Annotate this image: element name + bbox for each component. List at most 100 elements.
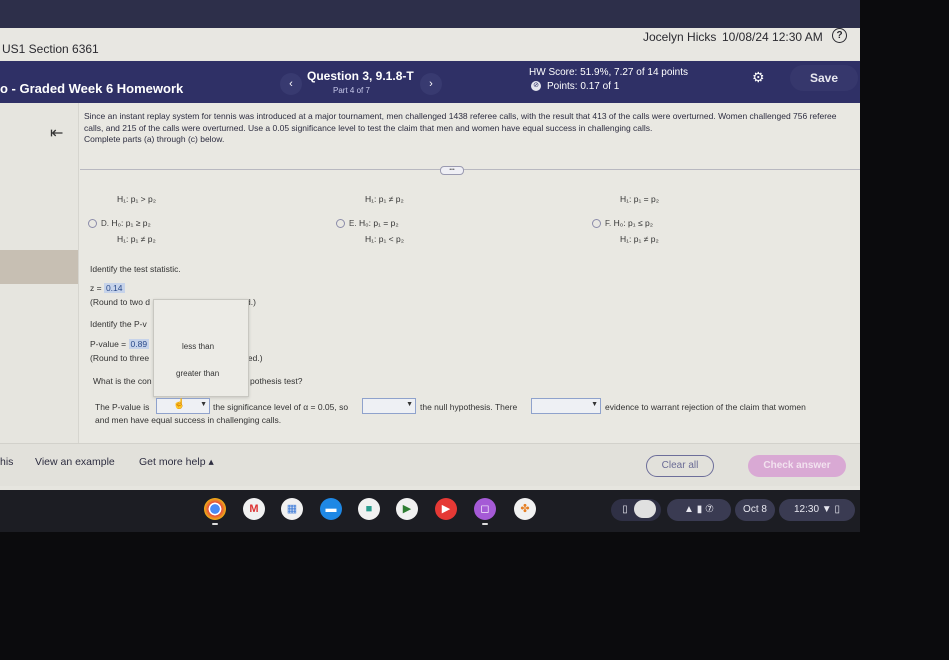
- partial-credit-icon: ⊘: [531, 81, 541, 92]
- evidence-dropdown[interactable]: ▼: [531, 398, 601, 414]
- option-f-letter: F.: [605, 219, 612, 228]
- docs-icon[interactable]: ▦: [281, 498, 303, 520]
- sentence-part-2: the significance level of α = 0.05, so: [213, 402, 349, 412]
- question-content: ⇤ Since an instant replay system for ten…: [0, 103, 860, 443]
- hw-score: HW Score: 51.9%, 7.27 of 14 points: [529, 67, 688, 78]
- battery-icon: ▯: [834, 504, 840, 515]
- null-hypothesis-decision-dropdown[interactable]: ▼: [362, 398, 416, 414]
- option-e-h1: H₁: p₁ < p₂: [365, 234, 405, 244]
- question-body: Since an instant replay system for tenni…: [84, 111, 837, 133]
- user-name: Jocelyn Hicks: [643, 30, 717, 44]
- file-icon: ▯: [622, 504, 628, 515]
- camera-app-icon[interactable]: ◻: [474, 498, 496, 520]
- pvalue-round-note: (Round to three: [90, 353, 150, 363]
- sidebar: ⇤: [0, 103, 79, 443]
- view-example-link[interactable]: View an example: [35, 456, 115, 468]
- homework-navbar: o - Graded Week 6 Homework ‹ Question 3,…: [0, 61, 865, 103]
- holding-space-tray[interactable]: ▯: [611, 499, 661, 521]
- dropdown-popup: less than greater than: [153, 299, 249, 397]
- clear-all-button[interactable]: Clear all: [646, 455, 714, 477]
- option-e-h0: H₀: p₁ = p₂: [358, 218, 399, 228]
- option-f[interactable]: F. H₀: p₁ ≤ p₂: [592, 218, 654, 229]
- option-f-radio[interactable]: [592, 219, 601, 229]
- previous-question-button[interactable]: ‹: [280, 73, 302, 95]
- check-answer-button[interactable]: Check answer: [748, 455, 846, 477]
- youtube-icon[interactable]: ▶: [435, 498, 457, 520]
- help-me-solve-this-link[interactable]: his: [0, 456, 13, 468]
- warning-icon: ▲: [684, 504, 694, 515]
- divider-handle[interactable]: •••: [440, 166, 464, 175]
- thumbnail-preview: [634, 500, 656, 519]
- question-part: Part 4 of 7: [333, 86, 370, 95]
- chrome-icon[interactable]: [204, 498, 226, 520]
- pvalue-label: P-value =: [90, 339, 127, 349]
- get-more-help-link[interactable]: Get more help ▴: [139, 456, 214, 468]
- top-bezel: [0, 0, 870, 28]
- files-icon[interactable]: ▬: [320, 498, 342, 520]
- pvalue-input[interactable]: 0.89: [128, 339, 150, 349]
- keyhole-icon: ▮: [696, 504, 703, 515]
- z-value-input[interactable]: 0.14: [103, 283, 125, 293]
- wifi-icon: ▼: [821, 504, 832, 515]
- save-button[interactable]: Save: [790, 65, 858, 91]
- chevron-down-icon: ▼: [591, 401, 598, 408]
- sidebar-highlight: [0, 250, 78, 284]
- option-d-h1: H₁: p₁ ≠ p₂: [117, 234, 156, 244]
- photos-icon[interactable]: ✤: [514, 498, 536, 520]
- question-title: Question 3, 9.1.8-T: [307, 69, 414, 83]
- conclusion-prompt-end: pothesis test?: [250, 376, 303, 386]
- option-d[interactable]: D. H₀: p₁ ≥ p₂: [88, 218, 151, 229]
- points-text: Points: 0.17 of 1: [547, 81, 620, 92]
- chromeos-shelf: M ▦ ▬ ■ ▶ ▶ ◻ ✤ ▯ ▲ ▮ ⑦ Oct 8 12:30 ▼ ▯: [0, 490, 860, 532]
- notification-count-icon: ⑦: [705, 504, 714, 515]
- homework-title: o - Graded Week 6 Homework: [0, 81, 184, 96]
- test-stat-prompt: Identify the test statistic.: [90, 264, 181, 274]
- option-e-radio[interactable]: [336, 219, 345, 229]
- test-stat-round-note: (Round to two d: [90, 297, 151, 307]
- play-store-icon[interactable]: ▶: [396, 498, 418, 520]
- course-header: US1 Section 6361 Jocelyn Hicks 10/08/24 …: [0, 28, 865, 60]
- points: ⊘ Points: 0.17 of 1: [531, 81, 619, 92]
- option-d-letter: D.: [101, 219, 109, 228]
- option-d-h0: H₀: p₁ ≥ p₂: [111, 218, 151, 228]
- pvalue-row: P-value = 0.89: [90, 339, 150, 349]
- popup-option-less-than[interactable]: less than: [182, 342, 214, 351]
- footer-toolbar: his View an example Get more help ▴ Clea…: [0, 443, 860, 486]
- chevron-down-icon: ▼: [200, 401, 207, 408]
- question-text: Since an instant replay system for tenni…: [84, 111, 844, 146]
- pvalue-comparison-dropdown[interactable]: ☝ ▼: [156, 398, 210, 414]
- pvalue-prompt: Identify the P-v: [90, 319, 147, 329]
- z-label: z =: [90, 283, 102, 293]
- option-d-radio[interactable]: [88, 219, 97, 229]
- chrome-running-indicator: [212, 523, 218, 525]
- sentence-part-5: and men have equal success in challengin…: [95, 415, 282, 425]
- popup-option-greater-than[interactable]: greater than: [176, 369, 219, 378]
- option-f-h0: H₀: p₁ ≤ p₂: [613, 218, 654, 228]
- date-tray[interactable]: Oct 8: [735, 499, 775, 521]
- question-circle-icon[interactable]: ?: [832, 28, 847, 43]
- course-name: US1 Section 6361: [2, 42, 99, 56]
- option-a-h1: H₁: p₁ > p₂: [117, 194, 157, 204]
- option-c-h1: H₁: p₁ = p₂: [620, 194, 660, 204]
- notification-tray[interactable]: ▲ ▮ ⑦: [667, 499, 731, 521]
- status-tray[interactable]: 12:30 ▼ ▯: [779, 499, 855, 521]
- collapse-arrow-icon[interactable]: ⇤: [50, 123, 63, 143]
- test-stat-row: z = 0.14: [90, 283, 125, 293]
- question-instructions: Complete parts (a) through (c) below.: [84, 134, 225, 144]
- clock: 12:30: [793, 504, 820, 515]
- next-question-button[interactable]: ›: [420, 73, 442, 95]
- conclusion-prompt: What is the con: [93, 376, 152, 386]
- camera-running-indicator: [482, 523, 488, 525]
- sentence-part-3: the null hypothesis. There: [420, 402, 518, 412]
- settings-gear-icon[interactable]: ⚙: [752, 69, 765, 86]
- hand-cursor-icon: ☝: [173, 399, 186, 410]
- meet-icon[interactable]: ■: [358, 498, 380, 520]
- divider: [80, 169, 860, 170]
- option-f-h1: H₁: p₁ ≠ p₂: [620, 234, 659, 244]
- option-e[interactable]: E. H₀: p₁ = p₂: [336, 218, 399, 229]
- datetime: 10/08/24 12:30 AM: [722, 30, 823, 44]
- gmail-icon[interactable]: M: [243, 498, 265, 520]
- option-b-h1: H₁: p₁ ≠ p₂: [365, 194, 404, 204]
- sentence-part-1: The P-value is: [95, 402, 150, 412]
- option-e-letter: E.: [349, 219, 357, 228]
